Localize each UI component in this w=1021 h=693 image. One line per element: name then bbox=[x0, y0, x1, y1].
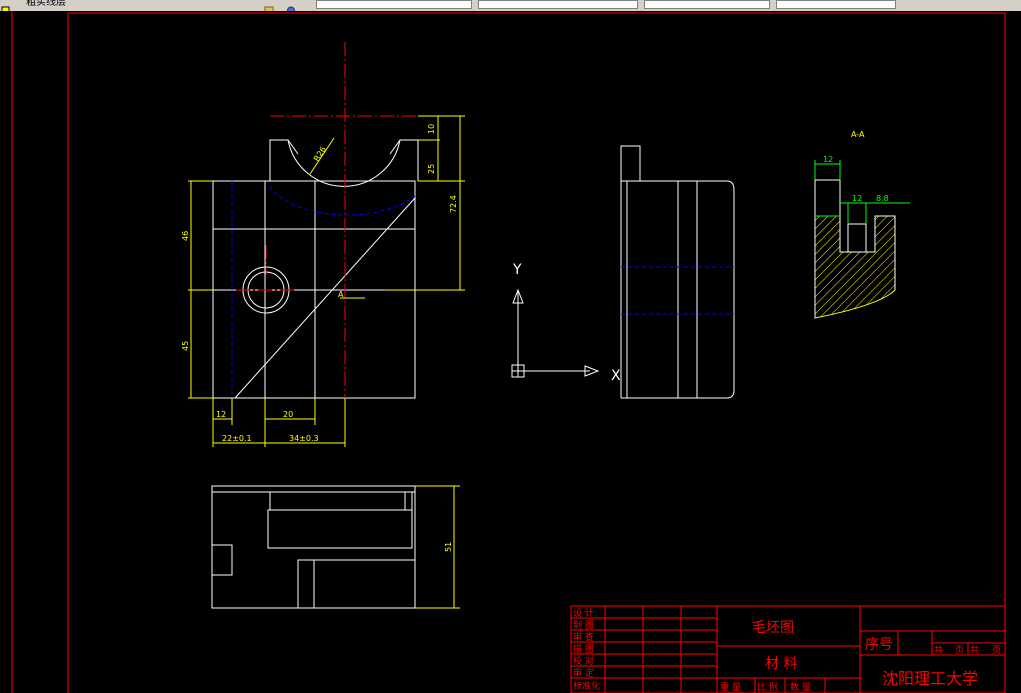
layer-tool-icon[interactable] bbox=[264, 0, 274, 11]
role-6: 标准化 bbox=[573, 680, 600, 692]
sheet-d: 页 bbox=[992, 645, 1001, 656]
ratio-label: 比 例 bbox=[757, 681, 778, 693]
dim-12: 12 bbox=[216, 410, 226, 419]
color-select[interactable] bbox=[316, 0, 472, 9]
sheet-b: 页 bbox=[955, 645, 964, 656]
drawing-canvas[interactable]: R26 10 25 72.4 46 45 12 20 22±0.1 34±0.3… bbox=[0, 11, 1021, 693]
section-label: A-A bbox=[851, 130, 865, 139]
drawing-title: 毛坯图 bbox=[752, 620, 794, 636]
weight-label: 重 量 bbox=[720, 681, 741, 693]
sec-dim-12a: 12 bbox=[823, 155, 833, 164]
layer-prev-icon[interactable] bbox=[286, 0, 296, 11]
role-2: 审 查 bbox=[573, 631, 594, 643]
dim-20: 20 bbox=[283, 410, 293, 419]
material-label: 材 料 bbox=[765, 656, 797, 672]
school-name: 沈阳理工大学 bbox=[882, 669, 978, 688]
role-1: 制 图 bbox=[573, 619, 594, 631]
layer-state-icon[interactable] bbox=[1, 0, 11, 11]
plotstyle-select[interactable] bbox=[776, 0, 896, 9]
linetype-select[interactable] bbox=[478, 0, 638, 9]
role-0: 设 计 bbox=[573, 607, 594, 619]
sheet-a: 共 bbox=[934, 645, 943, 656]
layer-name[interactable]: 粗实线层 bbox=[26, 0, 66, 9]
dim-72: 72.4 bbox=[449, 195, 458, 213]
count-label: 数 量 bbox=[790, 681, 811, 693]
dim-34: 34±0.3 bbox=[289, 434, 319, 443]
ucs-y-label: Y bbox=[512, 262, 522, 278]
ucs-x-label: X bbox=[611, 368, 621, 384]
dim-46: 46 bbox=[181, 231, 190, 241]
dim-10: 10 bbox=[427, 124, 436, 134]
dim-51: 51 bbox=[444, 542, 453, 552]
role-3: 描 图 bbox=[573, 643, 594, 655]
dim-25: 25 bbox=[427, 164, 436, 174]
lineweight-select[interactable] bbox=[644, 0, 770, 9]
sec-dim-88: 8.8 bbox=[876, 194, 889, 203]
dim-45: 45 bbox=[181, 341, 190, 351]
role-5: 审 定 bbox=[573, 667, 594, 679]
sec-dim-12b: 12 bbox=[852, 194, 862, 203]
role-4: 校 对 bbox=[573, 655, 594, 667]
cut-mark-label: A bbox=[338, 290, 344, 299]
dim-22: 22±0.1 bbox=[222, 434, 252, 443]
sheet-c: 共 bbox=[970, 645, 979, 656]
seq-label: 序号 bbox=[865, 637, 893, 653]
